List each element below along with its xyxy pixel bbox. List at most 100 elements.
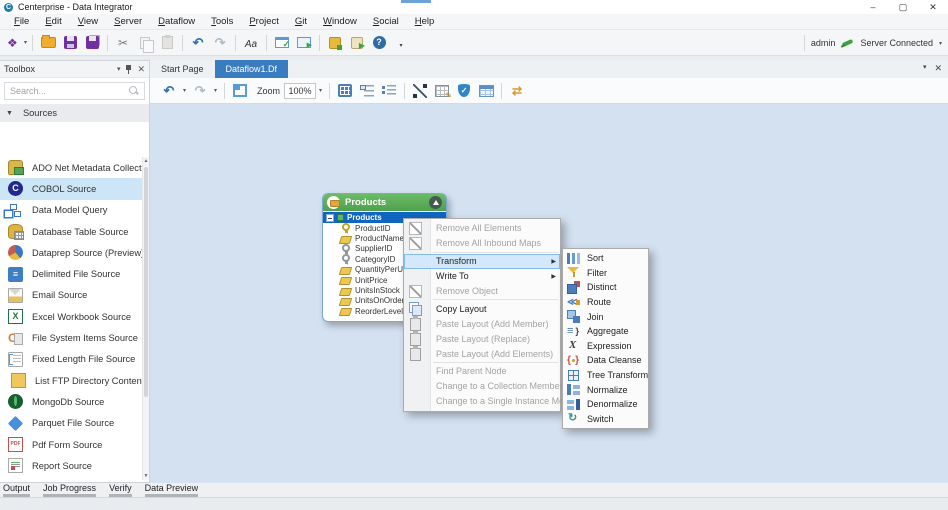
- toolbox-item[interactable]: Data Model Query: [0, 199, 142, 221]
- toolbar-button[interactable]: [210, 33, 230, 53]
- scroll-up-icon[interactable]: ▲: [143, 158, 149, 164]
- context-menu-item[interactable]: Remove Object ▶: [404, 284, 560, 299]
- toolbar-button[interactable]: [135, 33, 155, 53]
- context-menu-item[interactable]: Write To ▶: [404, 269, 560, 284]
- redo-caret-icon[interactable]: ▾: [214, 87, 217, 94]
- verify-shield-button[interactable]: [454, 81, 474, 101]
- undo-caret-icon[interactable]: ▾: [183, 87, 186, 94]
- maximize-button[interactable]: ▢: [888, 0, 918, 14]
- submenu-item[interactable]: Route: [563, 295, 648, 310]
- toolbox-item[interactable]: Fixed Length File Source: [0, 348, 142, 370]
- toolbar-button[interactable]: [113, 33, 133, 53]
- toolbox-close-icon[interactable]: ✕: [137, 64, 145, 75]
- document-tab[interactable]: Dataflow1.Df: [214, 60, 289, 78]
- toolbox-item[interactable]: SQL Query Source: [0, 476, 142, 480]
- menu-item[interactable]: Help: [407, 14, 443, 29]
- toolbar-overflow-caret[interactable]: ▾: [939, 40, 942, 47]
- toolbar-button[interactable]: [325, 33, 345, 53]
- tab-list-caret-icon[interactable]: ▾: [923, 63, 927, 74]
- menu-item[interactable]: Edit: [37, 14, 69, 29]
- submenu-item[interactable]: Aggregate: [563, 324, 648, 339]
- menu-item[interactable]: File: [6, 14, 37, 29]
- toolbar-button[interactable]: [107, 34, 109, 51]
- toolbox-item[interactable]: Pdf Form Source: [0, 433, 142, 456]
- menu-item[interactable]: View: [70, 14, 106, 29]
- toolbar-button[interactable]: [235, 34, 237, 51]
- submenu-item[interactable]: Switch: [563, 412, 648, 427]
- toolbar-button[interactable]: [188, 33, 208, 53]
- context-menu-item[interactable]: Transform ▶: [404, 253, 560, 269]
- toolbox-search-input[interactable]: Search...: [4, 82, 145, 100]
- toolbar-button[interactable]: [60, 33, 80, 53]
- toolbar-button[interactable]: [182, 34, 184, 51]
- collapse-outline-button[interactable]: [357, 81, 377, 101]
- menu-item[interactable]: Tools: [203, 14, 241, 29]
- node-collapse-button[interactable]: [429, 196, 442, 209]
- edit-table-button[interactable]: [432, 81, 452, 101]
- submenu-item[interactable]: Filter: [563, 266, 648, 281]
- dock-tab[interactable]: Verify: [109, 483, 132, 498]
- fit-to-window-button[interactable]: [230, 81, 250, 101]
- save-layout-button[interactable]: [335, 81, 355, 101]
- toolbox-item[interactable]: Dataprep Source (Preview): [0, 242, 142, 264]
- dock-tab[interactable]: Output: [3, 483, 30, 498]
- canvas-redo-button[interactable]: [190, 81, 210, 101]
- toolbar-button[interactable]: [272, 33, 292, 53]
- menu-item[interactable]: Project: [241, 14, 287, 29]
- toolbar-button[interactable]: [38, 33, 58, 53]
- auto-route-button[interactable]: [507, 81, 527, 101]
- toolbox-item[interactable]: Excel Workbook Source: [0, 306, 142, 328]
- submenu-item[interactable]: Denormalize: [563, 397, 648, 412]
- menu-item[interactable]: Dataflow: [150, 14, 203, 29]
- toolbox-item[interactable]: COBOL Source: [0, 178, 142, 200]
- context-menu-item[interactable]: Paste Layout (Replace) ▶: [404, 331, 560, 347]
- menu-item[interactable]: Git: [287, 14, 315, 29]
- canvas-undo-button[interactable]: [159, 81, 179, 101]
- toolbox-item[interactable]: Report Source: [0, 455, 142, 477]
- pin-icon[interactable]: [125, 64, 132, 74]
- toolbox-item[interactable]: ADO Net Metadata Collections: [0, 157, 142, 179]
- toolbox-item[interactable]: MongoDb Source: [0, 391, 142, 413]
- toolbox-item[interactable]: Delimited File Source: [0, 263, 142, 285]
- toolbar-button[interactable]: [32, 34, 34, 51]
- admin-user-label[interactable]: admin: [811, 38, 836, 48]
- tab-close-icon[interactable]: ✕: [934, 63, 942, 74]
- menu-item[interactable]: Social: [365, 14, 407, 29]
- dataflow-canvas[interactable]: Products Products ProductID ProductName …: [150, 104, 948, 483]
- toolbar-button[interactable]: [319, 34, 321, 51]
- scroll-down-icon[interactable]: ▼: [143, 473, 149, 479]
- submenu-item[interactable]: Distinct: [563, 280, 648, 295]
- context-menu-item[interactable]: Paste Layout (Add Elements) ▶: [404, 346, 560, 362]
- zoom-value-box[interactable]: 100%: [284, 82, 317, 99]
- dock-tab[interactable]: Data Preview: [145, 483, 199, 498]
- context-menu-item[interactable]: Copy Layout ▶: [404, 301, 560, 317]
- submenu-item[interactable]: Data Cleanse: [563, 353, 648, 368]
- submenu-item[interactable]: Tree Transform: [563, 368, 648, 383]
- toolbar-button[interactable]: [294, 33, 314, 53]
- dock-tab[interactable]: Job Progress: [43, 483, 96, 498]
- draw-link-button[interactable]: [410, 81, 430, 101]
- toolbox-item[interactable]: Parquet File Source: [0, 412, 142, 434]
- document-tab[interactable]: Start Page: [150, 60, 215, 78]
- context-menu-item[interactable]: Remove All Elements ▶: [404, 221, 560, 236]
- zoom-caret-icon[interactable]: ▾: [319, 87, 322, 94]
- submenu-item[interactable]: Sort: [563, 251, 648, 266]
- tree-expander-icon[interactable]: [326, 213, 334, 222]
- toolbox-item[interactable]: Email Source: [0, 284, 142, 307]
- products-node-header[interactable]: Products: [323, 194, 446, 211]
- toolbar-button[interactable]: [82, 33, 102, 53]
- close-button[interactable]: ✕: [918, 0, 948, 14]
- toolbar-button[interactable]: [266, 34, 268, 51]
- context-menu-item[interactable]: Remove All Inbound Maps ▶: [404, 236, 560, 251]
- minimize-button[interactable]: –: [858, 0, 888, 14]
- toolbar-button[interactable]: [157, 33, 177, 53]
- toolbar-button[interactable]: [369, 33, 389, 53]
- toolbar-button[interactable]: [347, 33, 367, 53]
- menu-item[interactable]: Window: [315, 14, 365, 29]
- context-menu-item[interactable]: Change to a Collection Member ▶: [404, 379, 563, 394]
- context-menu-item[interactable]: Paste Layout (Add Member) ▶: [404, 316, 560, 332]
- toolbox-dropdown-icon[interactable]: ▾: [117, 65, 121, 73]
- toolbox-item[interactable]: File System Items Source: [0, 327, 142, 349]
- toolbox-item[interactable]: List FTP Directory Contents: [0, 369, 142, 392]
- toolbar-button[interactable]: [241, 33, 261, 53]
